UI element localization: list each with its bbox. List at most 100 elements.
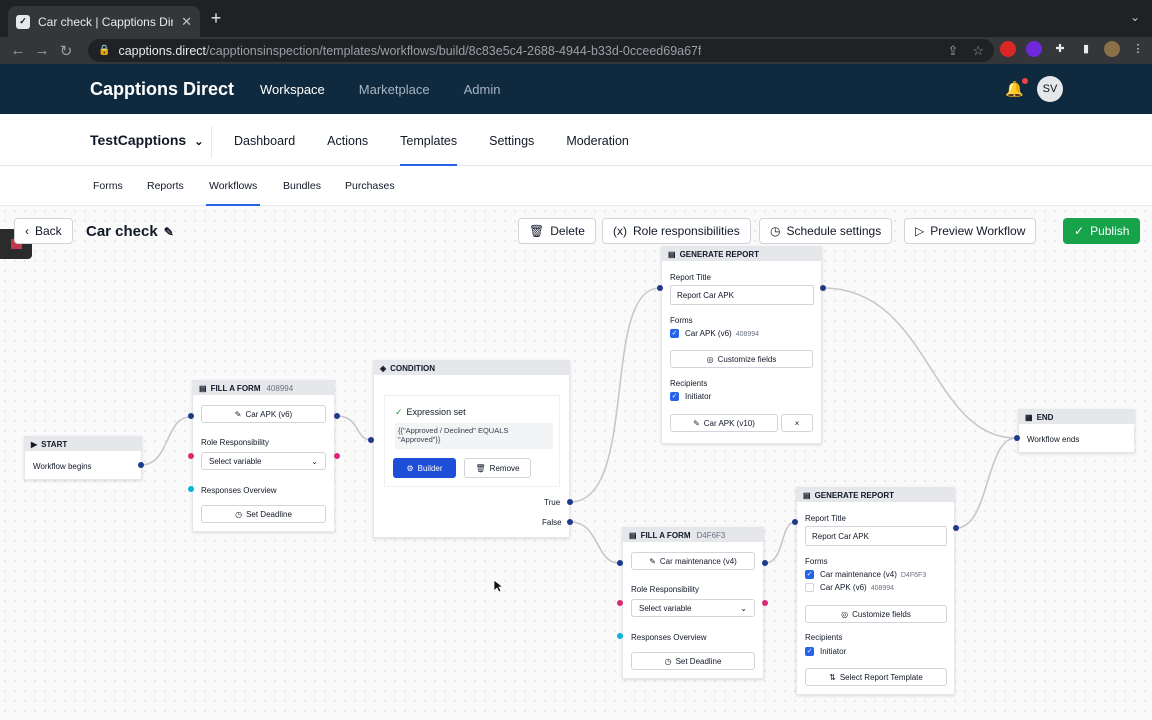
reload-icon[interactable]: ↻	[54, 42, 78, 60]
tab-bundles[interactable]: Bundles	[283, 180, 321, 192]
role-port[interactable]	[188, 453, 194, 459]
role-select[interactable]: Select variable ⌄	[201, 452, 326, 470]
browser-tab[interactable]: ✓ Car check | Capptions Direct ✕	[8, 6, 200, 37]
output-port[interactable]	[953, 525, 959, 531]
tab-search-icon[interactable]: ⌄	[1130, 10, 1140, 24]
responses-port[interactable]	[188, 486, 194, 492]
remove-button[interactable]: 🗑 Remove	[464, 458, 531, 478]
input-port[interactable]	[617, 560, 623, 566]
tab-actions[interactable]: Actions	[327, 114, 368, 166]
form-label: Car maintenance (v4)	[659, 556, 737, 566]
customize-fields-button[interactable]: ◎ Customize fields	[805, 605, 947, 623]
input-port[interactable]	[657, 285, 663, 291]
select-report-template-button[interactable]: ⇅ Select Report Template	[805, 668, 947, 686]
output-port[interactable]	[820, 285, 826, 291]
generate-report-node[interactable]: ▤ GENERATE REPORT Report Title Report Car…	[796, 487, 955, 695]
nav-workspace[interactable]: Workspace	[260, 82, 325, 97]
end-node[interactable]: ▦ END Workflow ends	[1018, 409, 1135, 453]
url-input[interactable]: 🔒 capptions.direct/capptionsinspection/t…	[88, 39, 994, 62]
sidepanel-icon[interactable]: ▮	[1078, 41, 1094, 57]
tab-purchases[interactable]: Purchases	[345, 180, 395, 192]
forward-arrow-icon[interactable]: →	[30, 42, 54, 59]
nav-marketplace[interactable]: Marketplace	[359, 82, 430, 97]
input-port[interactable]	[188, 413, 194, 419]
checkbox-checked[interactable]: ✓	[805, 570, 814, 580]
workflow-canvas[interactable]	[0, 206, 1152, 720]
report-template-button[interactable]: ✎ Car APK (v10)	[670, 414, 778, 432]
share-icon[interactable]: ⇪	[947, 43, 958, 59]
customize-fields-button[interactable]: ◎ Customize fields	[670, 350, 813, 368]
check-circle-icon: ✓	[1074, 224, 1085, 238]
puzzle-icon[interactable]: ✚	[1052, 41, 1068, 57]
form-checkbox-row[interactable]: ✓ Car maintenance (v4) D4F6F3	[805, 570, 926, 580]
checkbox-checked[interactable]: ✓	[670, 392, 679, 402]
fill-form-node[interactable]: ▤ FILL A FORM D4F6F3 ✎ Car maintenance (v4)…	[622, 527, 764, 679]
sort-icon: ⇅	[829, 672, 836, 682]
checkbox-checked[interactable]: ✓	[805, 647, 814, 657]
preview-workflow-button[interactable]: ▷ Preview Workflow	[904, 218, 1037, 244]
tab-moderation[interactable]: Moderation	[566, 114, 629, 166]
edit-pencil-icon[interactable]: ✎	[164, 225, 174, 239]
role-port[interactable]	[617, 600, 623, 606]
report-title-input[interactable]: Report Car APK	[805, 526, 947, 546]
brand-logo[interactable]: Capptions Direct	[90, 79, 234, 100]
output-port[interactable]	[762, 560, 768, 566]
profile-avatar-icon[interactable]	[1104, 41, 1120, 57]
form-checkbox-row[interactable]: ✓ Car APK (v6) 408994	[670, 329, 759, 339]
url-path: /capptionsinspection/templates/workflows…	[206, 43, 702, 58]
output-port[interactable]	[138, 462, 144, 468]
generate-report-node[interactable]: ▤ GENERATE REPORT Report Title Report Car…	[661, 246, 822, 444]
delete-button[interactable]: 🗑 Delete	[518, 218, 596, 244]
recipient-checkbox-row[interactable]: ✓ Initiator	[670, 392, 711, 402]
avatar[interactable]: SV	[1037, 76, 1063, 102]
close-tab-icon[interactable]: ✕	[181, 14, 192, 30]
set-deadline-button[interactable]: ◷ Set Deadline	[631, 652, 755, 670]
tab-forms[interactable]: Forms	[93, 180, 123, 192]
org-selector[interactable]: TestCapptions ⌄	[90, 132, 203, 148]
form-select-button[interactable]: ✎ Car APK (v6)	[201, 405, 326, 423]
publish-button[interactable]: ✓ Publish	[1063, 218, 1141, 244]
schedule-settings-button[interactable]: ◷ Schedule settings	[759, 218, 893, 244]
input-port[interactable]	[368, 437, 374, 443]
start-node[interactable]: ▶ START Workflow begins	[24, 436, 142, 480]
role-responsibilities-button[interactable]: (x) Role responsibilities	[602, 218, 751, 244]
tab-workflows[interactable]: Workflows	[206, 180, 261, 206]
output-port[interactable]	[334, 413, 340, 419]
lock-icon: 🔒	[98, 45, 111, 56]
checkbox-checked[interactable]: ✓	[670, 329, 679, 339]
responses-port[interactable]	[617, 633, 623, 639]
back-arrow-icon[interactable]: ←	[6, 42, 30, 59]
builder-button[interactable]: ⚙ Builder	[393, 458, 456, 478]
input-port[interactable]	[1014, 435, 1020, 441]
report-title-input[interactable]: Report Car APK	[670, 285, 814, 305]
checkbox-unchecked[interactable]	[805, 583, 814, 593]
role-select[interactable]: Select variable ⌄	[631, 599, 755, 617]
new-tab-icon[interactable]: +	[206, 8, 226, 29]
role-port[interactable]	[762, 600, 768, 606]
input-port[interactable]	[792, 519, 798, 525]
bookmark-star-icon[interactable]: ☆	[972, 43, 984, 59]
tab-dashboard[interactable]: Dashboard	[234, 114, 295, 166]
notification-bell-icon[interactable]: 🔔	[1005, 78, 1028, 98]
set-deadline-button[interactable]: ◷ Set Deadline	[201, 505, 326, 523]
condition-node[interactable]: ◈ CONDITION ✓ Expression set {{"Approved /…	[373, 360, 570, 538]
recipients-label: Recipients	[805, 633, 843, 642]
tab-templates[interactable]: Templates	[400, 114, 458, 166]
clear-template-button[interactable]: ×	[781, 414, 813, 432]
fill-form-node[interactable]: ▤ FILL A FORM 408994 ✎ Car APK (v6) Role Re…	[192, 380, 335, 532]
menu-dots-icon[interactable]: ⋮	[1130, 41, 1146, 57]
extension-red-icon[interactable]	[1000, 41, 1016, 57]
form-checkbox-row[interactable]: Car APK (v6) 408994	[805, 583, 894, 593]
true-port[interactable]	[567, 499, 573, 505]
tab-reports[interactable]: Reports	[147, 180, 184, 192]
nav-admin[interactable]: Admin	[464, 82, 501, 97]
tab-settings[interactable]: Settings	[489, 114, 534, 166]
preview-label: Preview Workflow	[930, 224, 1026, 238]
role-port[interactable]	[334, 453, 340, 459]
false-port[interactable]	[567, 519, 573, 525]
extension-purple-icon[interactable]	[1026, 41, 1042, 57]
recipient-checkbox-row[interactable]: ✓ Initiator	[805, 647, 846, 657]
form-label: Car APK (v6)	[245, 409, 293, 419]
back-button[interactable]: ‹ Back	[14, 218, 73, 244]
form-select-button[interactable]: ✎ Car maintenance (v4)	[631, 552, 755, 570]
